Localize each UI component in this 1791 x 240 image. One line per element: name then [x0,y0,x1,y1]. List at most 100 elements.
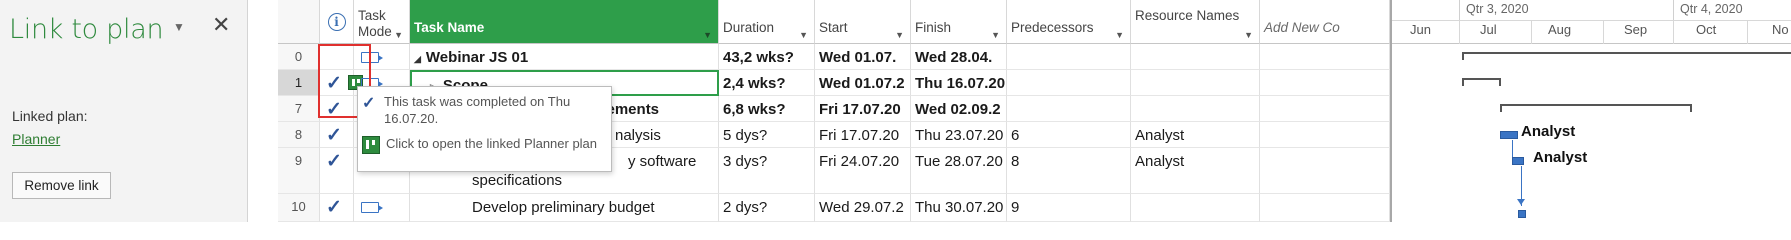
start-cell[interactable]: Wed 29.07.2 [815,194,911,222]
task-name-cell[interactable]: Develop preliminary budget [410,194,719,222]
indicator-cell[interactable]: ✓ [320,96,354,122]
arrow-down-icon [1517,199,1525,205]
timescale-header: Qtr 3, 2020 Qtr 4, 2020 Jun Jul Aug Sep … [1392,0,1791,44]
completed-check-icon[interactable]: ✓ [326,124,342,147]
timescale-quarter: Qtr 4, 2020 [1680,2,1743,16]
completed-check-icon[interactable]: ✓ [326,150,342,173]
finish-cell[interactable]: Thu 16.07.20 [911,70,1007,96]
indicators-header[interactable]: i [320,0,354,44]
task-bar[interactable] [1500,131,1518,139]
tooltip-planner-text[interactable]: Click to open the linked Planner plan [386,135,601,154]
start-cell[interactable]: Wed 01.07. [815,44,911,70]
completed-check-icon[interactable]: ✓ [326,72,342,95]
predecessors-cell[interactable]: 8 [1007,148,1131,194]
predecessors-cell[interactable]: 9 [1007,194,1131,222]
chevron-down-icon[interactable]: ▼ [1115,27,1124,43]
duration-header[interactable]: Duration ▼ [719,0,815,44]
resource-label: Analyst [1533,149,1588,166]
indicator-cell[interactable]: ✓ [320,148,354,194]
task-mode-cell[interactable] [354,194,410,222]
predecessors-header[interactable]: Predecessors ▼ [1007,0,1131,44]
summary-bar-scope[interactable] [1462,78,1501,86]
gantt-chart[interactable]: Qtr 3, 2020 Qtr 4, 2020 Jun Jul Aug Sep … [1390,0,1791,222]
start-cell[interactable]: Fri 17.07.20 [815,96,911,122]
pane-options-chevron-icon[interactable]: ▼ [173,20,185,34]
start-cell[interactable]: Fri 24.07.20 [815,148,911,194]
close-icon[interactable]: ✕ [212,14,230,36]
predecessors-cell[interactable] [1007,96,1131,122]
start-header-label: Start [819,20,848,35]
indicator-cell[interactable]: ✓ [320,194,354,222]
duration-cell[interactable]: 2 dys? [719,194,815,222]
start-cell[interactable]: Wed 01.07.2 [815,70,911,96]
add-new-cell[interactable] [1260,96,1390,122]
timescale-month: Aug [1548,22,1572,37]
resources-cell[interactable] [1131,44,1260,70]
finish-header[interactable]: Finish ▼ [911,0,1007,44]
duration-cell[interactable]: 43,2 wks? [719,44,815,70]
add-new-cell[interactable] [1260,194,1390,222]
predecessors-cell[interactable]: 6 [1007,122,1131,148]
duration-cell[interactable]: 3 dys? [719,148,815,194]
task-name-header[interactable]: Task Name ▼ [410,0,719,44]
indicator-cell[interactable]: ✓ [320,70,363,96]
summary-bar-requirements[interactable] [1500,104,1692,112]
finish-cell[interactable]: Thu 30.07.20 [911,194,1007,222]
tooltip-completed-line: ✓ This task was completed on Thu 16.07.2… [362,93,599,127]
remove-link-button[interactable]: Remove link [12,172,111,199]
completed-check-icon[interactable]: ✓ [326,98,342,121]
resources-cell[interactable] [1131,70,1260,96]
table-row[interactable]: 10 ✓ Develop preliminary budget 2 dys? W… [278,194,1390,222]
finish-cell[interactable]: Wed 02.09.2 [911,96,1007,122]
timescale-month: Jul [1480,22,1497,37]
chevron-down-icon[interactable]: ▼ [799,27,808,43]
linked-plan-label: Linked plan: [12,108,88,124]
resources-cell[interactable] [1131,96,1260,122]
select-all-corner[interactable] [278,0,320,44]
duration-cell[interactable]: 5 dys? [719,122,815,148]
row-id: 7 [278,96,320,122]
add-new-column-header[interactable]: Add New Co [1260,0,1390,44]
linked-plan-link[interactable]: Planner [12,131,60,147]
chevron-down-icon[interactable]: ▼ [1244,27,1253,43]
finish-cell[interactable]: Wed 28.04. [911,44,1007,70]
finish-cell[interactable]: Thu 23.07.20 [911,122,1007,148]
start-cell[interactable]: Fri 17.07.20 [815,122,911,148]
predecessors-cell[interactable] [1007,44,1131,70]
collapse-triangle-icon[interactable]: ◢ [414,54,421,64]
add-new-cell[interactable] [1260,70,1390,96]
add-new-cell[interactable] [1260,122,1390,148]
auto-scheduled-icon [361,52,383,63]
chevron-down-icon[interactable]: ▼ [895,27,904,43]
timescale-month: Jun [1410,22,1431,37]
indicator-cell [320,44,354,70]
info-icon: i [327,13,346,31]
chevron-down-icon[interactable]: ▼ [991,27,1000,43]
table-row[interactable]: 0 ◢ Webinar JS 01 43,2 wks? Wed 01.07. We… [278,44,1390,70]
add-new-cell[interactable] [1260,44,1390,70]
chevron-down-icon[interactable]: ▼ [703,27,712,43]
resource-names-header[interactable]: Resource Names ▼ [1131,0,1260,44]
task-name-cell[interactable]: ◢ Webinar JS 01 [410,44,719,70]
add-new-cell[interactable] [1260,148,1390,194]
task-mode-cell[interactable] [354,44,410,70]
finish-cell[interactable]: Tue 28.07.20 [911,148,1007,194]
resources-cell[interactable]: Analyst [1131,148,1260,194]
completed-check-icon[interactable]: ✓ [326,196,342,219]
add-new-column-label: Add New Co [1264,20,1340,35]
tooltip-planner-line[interactable]: Click to open the linked Planner plan [362,135,601,154]
task-mode-header[interactable]: Task Mode ▼ [354,0,410,44]
duration-cell[interactable]: 2,4 wks? [719,70,815,96]
resources-cell[interactable]: Analyst [1131,122,1260,148]
timescale-quarter: Qtr 3, 2020 [1466,2,1529,16]
task-bar[interactable] [1512,157,1524,165]
summary-bar-webinar[interactable] [1462,52,1791,60]
resources-cell[interactable] [1131,194,1260,222]
start-header[interactable]: Start ▼ [815,0,911,44]
predecessors-header-label: Predecessors [1011,20,1094,35]
duration-cell[interactable]: 6,8 wks? [719,96,815,122]
task-bar[interactable] [1518,210,1526,218]
predecessors-cell[interactable] [1007,70,1131,96]
indicator-cell[interactable]: ✓ [320,122,354,148]
chevron-down-icon[interactable]: ▼ [394,27,403,43]
